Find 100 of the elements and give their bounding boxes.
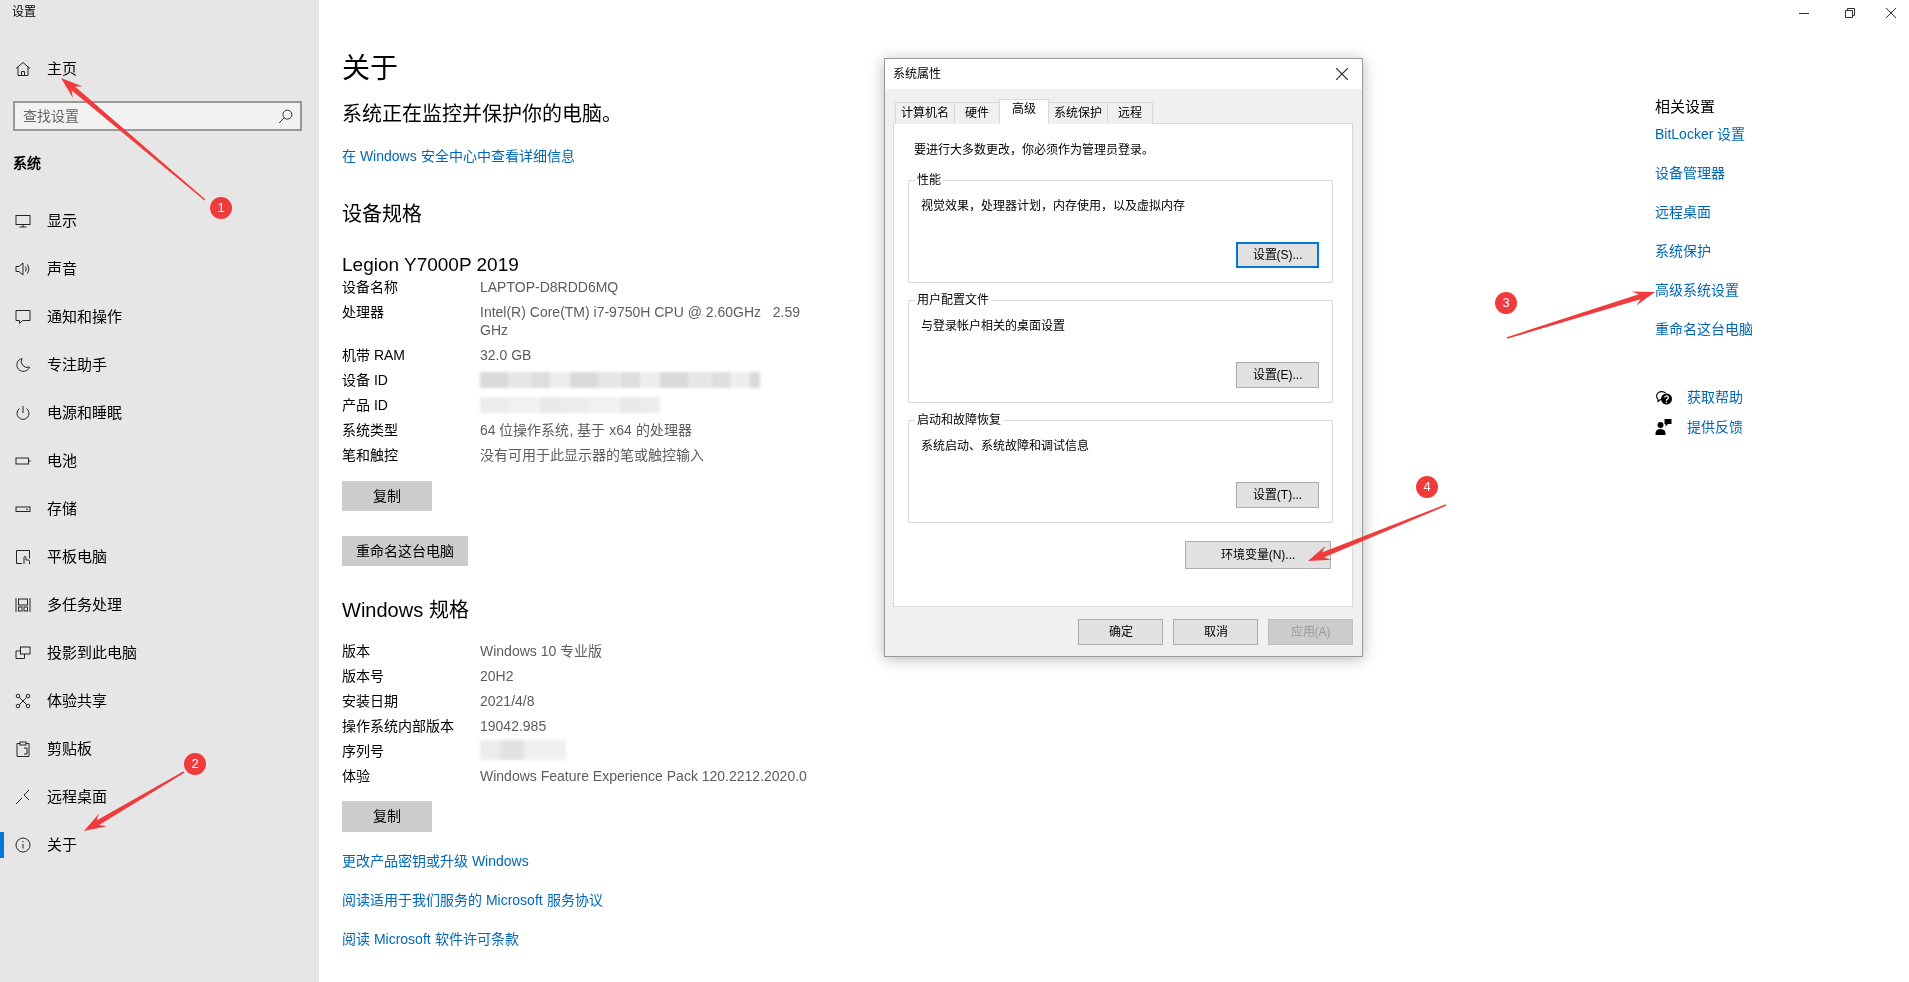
- settings-button[interactable]: 设置(T)...: [1236, 482, 1319, 508]
- notice-text: 要进行大多数更改，你必须作为管理员登录。: [914, 142, 1154, 158]
- nav-item[interactable]: 远程桌面: [0, 773, 113, 821]
- copy-button[interactable]: 复制: [342, 801, 432, 832]
- spec-value: Windows 10 专业版: [480, 642, 603, 660]
- spec-label: 机带 RAM: [342, 346, 406, 364]
- settings-button[interactable]: 设置(S)...: [1236, 242, 1319, 268]
- group-label: 性能: [916, 173, 942, 187]
- close-icon[interactable]: [1336, 68, 1348, 80]
- search-field[interactable]: 查找设置: [13, 101, 302, 131]
- environment-button[interactable]: 环境变量(N)...: [1185, 541, 1331, 569]
- related-link[interactable]: 高级系统设置: [1655, 280, 1739, 300]
- dialog-button[interactable]: 确定: [1078, 619, 1163, 645]
- settings-button[interactable]: 设置(E)...: [1236, 362, 1319, 388]
- tab[interactable]: 计算机名: [895, 102, 955, 124]
- group-label: 启动和故障恢复: [916, 413, 1002, 427]
- page-title: 关于: [342, 52, 398, 86]
- restore-icon[interactable]: [1845, 8, 1855, 18]
- spec-value: 64 位操作系统, 基于 x64 的处理器: [480, 421, 692, 439]
- chat-question-icon: [1655, 389, 1672, 405]
- nav-item[interactable]: 投影到此电脑: [0, 629, 143, 677]
- section-heading: 设备规格: [342, 202, 422, 227]
- home-link[interactable]: 主页: [0, 49, 83, 89]
- support-link[interactable]: 提供反馈: [1687, 417, 1743, 437]
- nodes-icon: [15, 693, 31, 709]
- text-link[interactable]: 阅读 Microsoft 软件许可条款: [342, 929, 519, 949]
- group-description: 与登录帐户相关的桌面设置: [921, 318, 1065, 334]
- spec-label: 系统类型: [342, 421, 399, 439]
- rename-button[interactable]: 重命名这台电脑: [342, 536, 468, 566]
- spec-value: Intel(R) Core(TM) i7-9750H CPU @ 2.60GHz 2.59 GHz: [480, 303, 801, 339]
- related-link[interactable]: BitLocker 设置: [1655, 124, 1746, 144]
- home-icon: [15, 61, 31, 77]
- monitor-icon: [15, 213, 31, 229]
- spec-label: 版本: [342, 642, 371, 660]
- spec-label: 处理器: [342, 303, 385, 321]
- slash-chevron-icon: [15, 789, 31, 805]
- group-label: 用户配置文件: [916, 293, 990, 307]
- spec-value: 32.0 GB: [480, 346, 532, 364]
- nav-item[interactable]: 剪贴板: [0, 725, 98, 773]
- spec-value: 20H2: [480, 667, 514, 685]
- nav-item[interactable]: 通知和操作: [0, 293, 128, 341]
- copy-button[interactable]: 复制: [342, 481, 432, 511]
- search-icon[interactable]: [278, 108, 293, 124]
- support-link[interactable]: 获取帮助: [1687, 387, 1743, 407]
- spec-label: 版本号: [342, 667, 385, 685]
- step-marker: 4: [1416, 476, 1438, 498]
- device-model: Legion Y7000P 2019: [342, 253, 519, 277]
- dialog-button[interactable]: 取消: [1173, 619, 1258, 645]
- step-marker: 3: [1495, 292, 1517, 314]
- spec-label: 笔和触控: [342, 446, 399, 464]
- nav-item[interactable]: 声音: [0, 245, 83, 293]
- nav-item[interactable]: 显示: [0, 197, 83, 245]
- nav-item[interactable]: 体验共享: [0, 677, 113, 725]
- security-link[interactable]: 在 Windows 安全中心中查看详细信息: [342, 146, 575, 166]
- tab[interactable]: 硬件: [954, 102, 1000, 124]
- spec-label: 设备 ID: [342, 371, 389, 389]
- tablet-icon: [15, 549, 31, 565]
- related-heading: 相关设置: [1655, 97, 1715, 117]
- person-bubble-icon: [1655, 419, 1672, 435]
- nav-item[interactable]: 电源和睡眠: [0, 389, 128, 437]
- screens-icon: [15, 645, 31, 661]
- group-description: 视觉效果，处理器计划，内存使用，以及虚拟内存: [921, 198, 1185, 214]
- spec-label: 序列号: [342, 742, 385, 760]
- nav-item[interactable]: 平板电脑: [0, 533, 113, 581]
- spec-label: 安装日期: [342, 692, 399, 710]
- section-heading: Windows 规格: [342, 598, 469, 623]
- nav-item[interactable]: 存储: [0, 485, 83, 533]
- clipboard-icon: [15, 741, 31, 757]
- power-icon: [15, 405, 31, 421]
- spec-value: LAPTOP-D8RDD6MQ: [480, 278, 619, 296]
- text-link[interactable]: 更改产品密钥或升级 Windows: [342, 851, 529, 871]
- related-link[interactable]: 重命名这台电脑: [1655, 319, 1753, 339]
- tab[interactable]: 高级: [999, 99, 1049, 124]
- spec-label: 体验: [342, 767, 371, 785]
- spec-value: 19042.985: [480, 717, 547, 735]
- multitask-icon: [15, 597, 31, 613]
- nav-item[interactable]: 专注助手: [0, 341, 113, 389]
- tab[interactable]: 系统保护: [1048, 102, 1108, 124]
- spec-label: 设备名称: [342, 278, 399, 296]
- speaker-icon: [15, 261, 31, 277]
- text-link[interactable]: 阅读适用于我们服务的 Microsoft 服务协议: [342, 890, 603, 910]
- close-icon[interactable]: [1886, 8, 1896, 18]
- status-text: 系统正在监控并保护你的电脑。: [342, 102, 622, 127]
- spec-label: 产品 ID: [342, 396, 389, 414]
- spec-value: Windows Feature Experience Pack 120.2212.2020.0: [480, 767, 807, 785]
- group-description: 系统启动、系统故障和调试信息: [921, 438, 1089, 454]
- related-link[interactable]: 远程桌面: [1655, 202, 1711, 222]
- section-heading: 系统: [13, 154, 41, 173]
- window-title: 设置: [12, 4, 36, 20]
- info-icon: [15, 837, 31, 853]
- spec-value: 没有可用于此显示器的笔或触控输入: [480, 446, 704, 464]
- related-link[interactable]: 设备管理器: [1655, 163, 1725, 183]
- nav-item[interactable]: 多任务处理: [0, 581, 128, 629]
- moon-icon: [15, 357, 31, 373]
- spec-value: 2021/4/8: [480, 692, 535, 710]
- tab[interactable]: 远程: [1107, 102, 1153, 124]
- related-link[interactable]: 系统保护: [1655, 241, 1711, 261]
- dialog-title: 系统属性: [893, 66, 941, 82]
- minimize-icon[interactable]: [1799, 12, 1809, 14]
- nav-item[interactable]: 电池: [0, 437, 83, 485]
